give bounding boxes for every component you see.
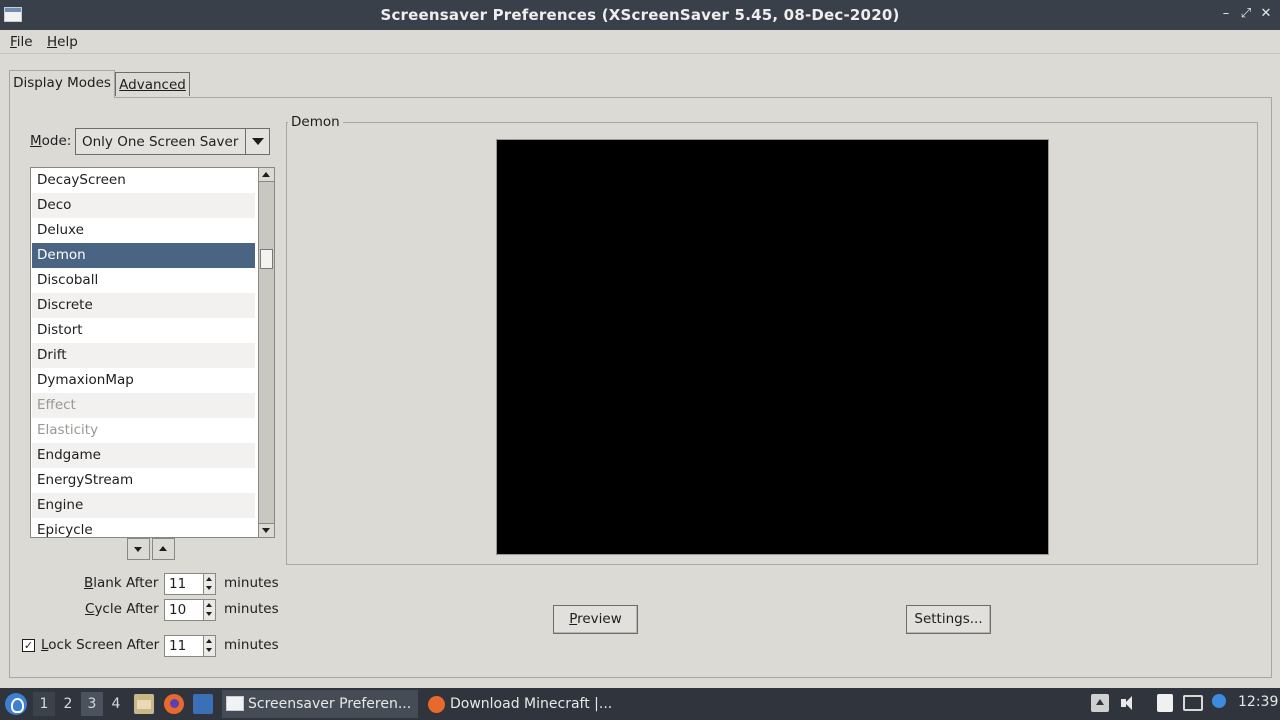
cycle-after-label: Cycle After [85,601,159,617]
list-item[interactable]: DymaxionMap [32,368,255,393]
blank-after-spinner[interactable] [164,573,216,595]
chevron-down-icon[interactable] [245,129,269,154]
lock-after-spinner[interactable] [164,635,216,657]
window-icon [226,696,244,711]
blank-after-label: Blank After [84,575,159,591]
list-item[interactable]: DecayScreen [32,168,255,193]
start-menu-icon[interactable] [5,693,27,715]
cycle-after-unit: minutes [224,601,279,617]
list-item[interactable]: Discrete [32,293,255,318]
mode-label: Mode: [30,133,72,149]
tab-display-modes[interactable]: Display Modes [9,70,115,98]
preview-frame-label: Demon [288,114,343,130]
spin-up-icon[interactable] [206,639,212,643]
title-bar: Screensaver Preferences (XScreenSaver 5.… [0,0,1280,30]
menu-file[interactable]: File [10,34,33,50]
list-item[interactable]: Epicycle [32,518,255,537]
workspace-2[interactable]: 2 [57,692,79,716]
desktop-icon[interactable] [193,694,213,714]
screensaver-list[interactable]: DecayScreen Deco Deluxe Demon Discoball Discr… [30,167,275,538]
spin-down-icon[interactable] [206,586,212,590]
workspace-3[interactable]: 3 [81,692,103,716]
tray-expand-icon[interactable] [1091,694,1109,712]
list-item[interactable]: Deluxe [32,218,255,243]
blank-after-input[interactable] [165,574,203,594]
firefox-icon [428,696,445,713]
workspace-1[interactable]: 1 [33,692,55,716]
list-item[interactable]: Endgame [32,443,255,468]
lock-screen-label[interactable]: Lock Screen After [41,637,159,653]
task-screensaver-preferences[interactable]: Screensaver Preferen... [222,690,418,718]
workspace-4[interactable]: 4 [105,692,127,716]
firefox-icon[interactable] [164,694,184,714]
update-notifier-icon[interactable] [1212,694,1226,708]
cycle-after-spinner[interactable] [164,599,216,621]
list-item[interactable]: Demon [32,243,255,268]
preview-area [496,139,1049,555]
mode-value: Only One Screen Saver [82,134,239,150]
spin-down-icon[interactable] [206,612,212,616]
move-down-button[interactable] [127,538,150,560]
spin-up-icon[interactable] [206,603,212,607]
scrollbar-thumb[interactable] [260,249,273,269]
menu-bar: File Help [0,30,1280,54]
tab-advanced[interactable]: Advanced [115,72,190,96]
settings-button[interactable]: Settings... [906,605,991,634]
blank-after-unit: minutes [224,575,279,591]
file-manager-icon[interactable] [134,694,154,714]
lock-screen-checkbox[interactable]: ✓ [22,639,35,652]
list-item[interactable]: Discoball [32,268,255,293]
spinner-arrows[interactable] [203,600,215,620]
spin-down-icon[interactable] [206,648,212,652]
spinner-arrows[interactable] [203,574,215,594]
screensaver-list-items: DecayScreen Deco Deluxe Demon Discoball Discr… [32,168,255,537]
minimize-icon[interactable]: – [1218,6,1234,22]
list-item[interactable]: Deco [32,193,255,218]
network-icon[interactable] [1183,695,1203,711]
lock-after-input[interactable] [165,636,203,656]
list-scrollbar[interactable] [258,167,275,538]
cycle-after-input[interactable] [165,600,203,620]
list-item[interactable]: Distort [32,318,255,343]
clipboard-icon[interactable] [1157,694,1173,712]
close-icon[interactable]: ✕ [1258,6,1274,22]
spin-up-icon[interactable] [206,577,212,581]
list-item[interactable]: EnergyStream [32,468,255,493]
lock-after-unit: minutes [224,637,279,653]
list-item[interactable]: Elasticity [32,418,255,443]
move-up-button[interactable] [152,538,175,560]
volume-icon[interactable] [1119,694,1137,712]
scroll-up-icon[interactable] [259,168,274,182]
list-item[interactable]: Effect [32,393,255,418]
scroll-down-icon[interactable] [259,523,274,537]
list-item[interactable]: Engine [32,493,255,518]
mode-dropdown[interactable]: Only One Screen Saver [75,128,270,155]
clock[interactable]: 12:39 [1238,694,1278,710]
task-firefox[interactable]: Download Minecraft |... [424,690,620,718]
window-title: Screensaver Preferences (XScreenSaver 5.… [380,6,900,24]
list-item[interactable]: Drift [32,343,255,368]
preview-button[interactable]: Preview [553,605,638,634]
menu-help[interactable]: Help [47,34,78,50]
spinner-arrows[interactable] [203,636,215,656]
taskbar: 1 2 3 4 Screensaver Preferen... Download… [0,688,1280,720]
maximize-icon[interactable]: ⤢ [1238,6,1254,22]
